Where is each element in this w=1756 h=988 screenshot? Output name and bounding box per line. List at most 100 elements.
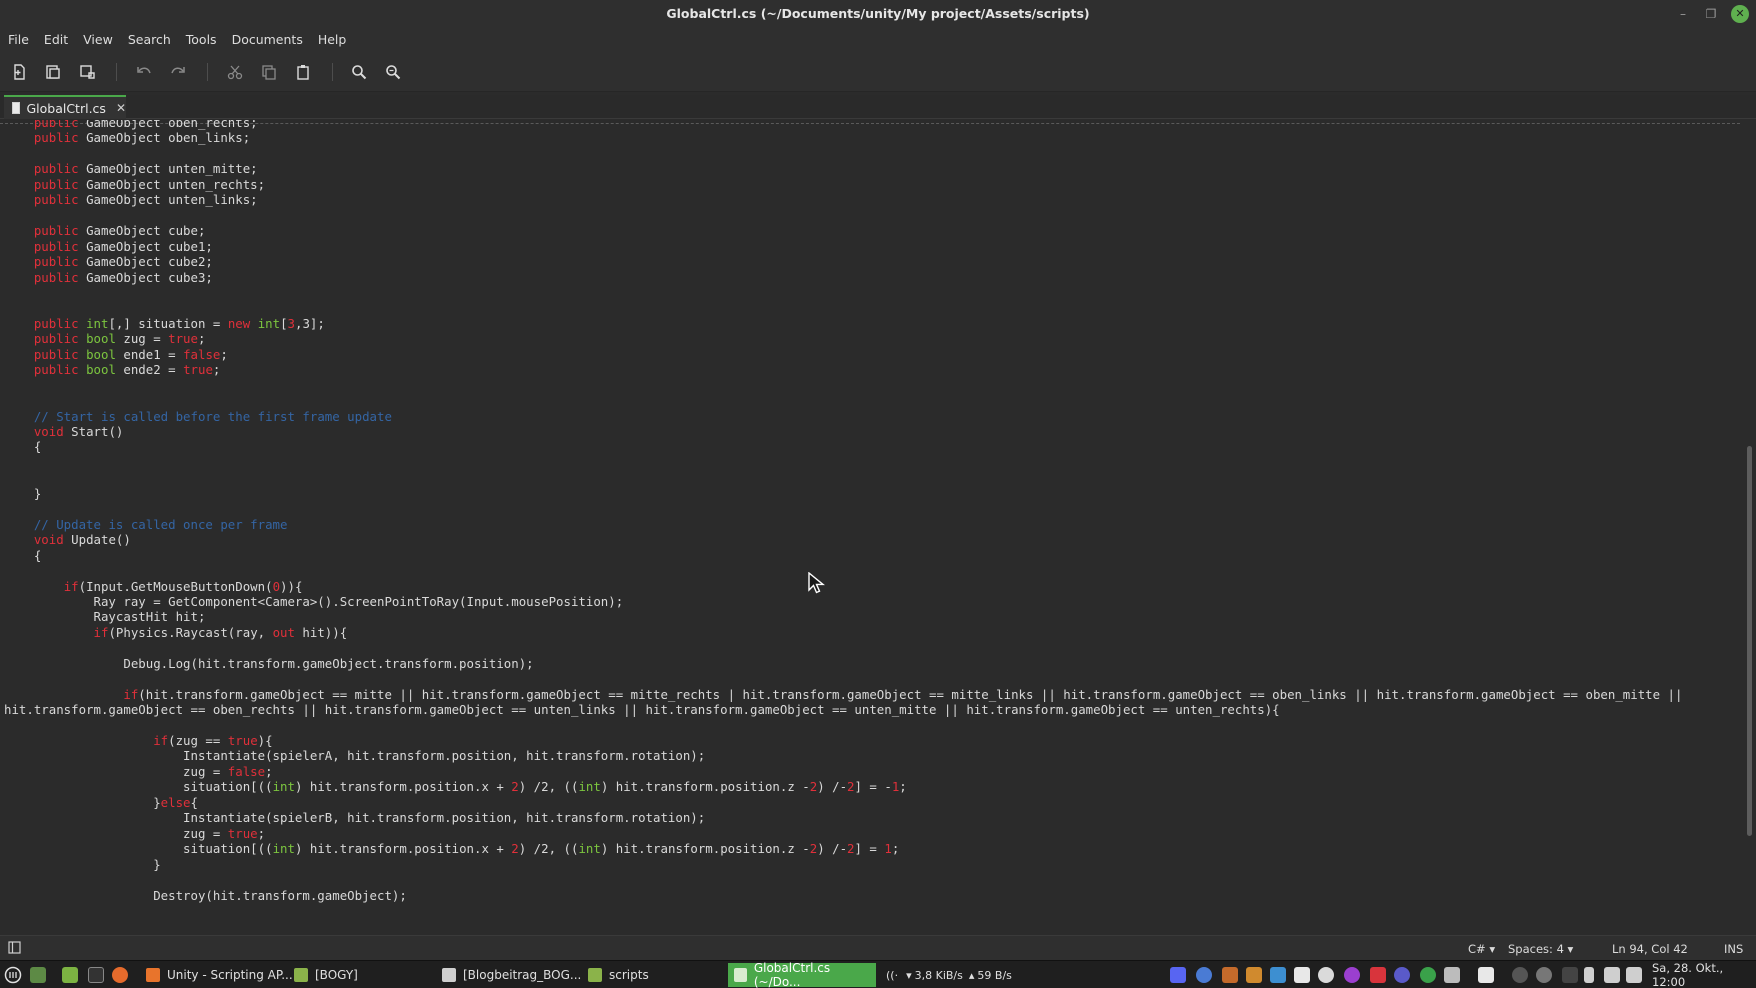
taskbar-window-label: [Blogbeitrag_BOG... [463, 968, 582, 982]
signal-icon[interactable] [1562, 967, 1578, 983]
code-line: public GameObject unten_rechts; [33, 176, 266, 192]
spaces-selector[interactable]: Spaces: 4 ▾ [1508, 942, 1573, 956]
clock[interactable]: Sa, 28. Okt., 12:00 [1652, 961, 1756, 988]
files-tray-icon[interactable] [1294, 967, 1310, 983]
code-line: hit.transform.gameObject == oben_rechts … [4, 702, 1280, 718]
status-bar: C# ▾ Spaces: 4 ▾ Ln 94, Col 42 INS [0, 935, 1756, 960]
minimize-button[interactable]: – [1674, 5, 1692, 23]
firefox-icon[interactable] [112, 965, 128, 985]
code-line: public bool ende2 = true; [33, 362, 221, 378]
taskbar-window-scripts[interactable]: scripts [582, 963, 655, 987]
bluetooth-icon[interactable] [1512, 967, 1528, 983]
redo-icon[interactable] [167, 62, 189, 82]
taskbar-window-bogy[interactable]: [BOGY] [288, 963, 364, 987]
code-line: { [4, 547, 42, 563]
search-icon[interactable] [348, 62, 370, 82]
code-line: void Update() [33, 532, 131, 548]
code-line: // Update is called once per frame [33, 516, 288, 532]
app-tray-icon[interactable] [1444, 967, 1460, 983]
spaces-label: Spaces: 4 [1508, 942, 1564, 956]
code-line: RaycastHit hit; [4, 609, 206, 625]
menu-tools[interactable]: Tools [186, 28, 226, 52]
volume-icon[interactable] [1626, 967, 1642, 983]
code-line: if(hit.transform.gameObject == mitte || … [123, 686, 1683, 702]
mouse-cursor-icon [808, 572, 825, 594]
code-line: // Start is called before the first fram… [33, 408, 392, 424]
start-menu-icon[interactable] [4, 965, 22, 985]
insert-mode: INS [1724, 942, 1744, 956]
upload-arrow-icon: ▴ [968, 968, 975, 982]
code-line: public bool zug = true; [33, 331, 206, 347]
code-line: public GameObject unten_links; [33, 192, 258, 208]
taskbar-window-unity[interactable]: Unity - Scripting AP... [140, 963, 299, 987]
unity-tray-icon[interactable] [1536, 967, 1552, 983]
taskbar-window-label: [BOGY] [315, 968, 358, 982]
maximize-button[interactable]: ❐ [1702, 5, 1720, 23]
code-line: public GameObject unten_mitte; [33, 161, 258, 177]
paste-icon[interactable] [292, 62, 314, 82]
save-icon[interactable] [76, 62, 98, 82]
toolbar-separator [116, 63, 117, 81]
vertical-scrollbar[interactable] [1747, 446, 1752, 836]
chevron-down-icon: ▾ [1489, 942, 1496, 956]
menu-help[interactable]: Help [318, 28, 356, 52]
code-line: zug = false; [4, 763, 273, 779]
tab-label: GlobalCtrl.cs [26, 100, 106, 116]
toolbar-separator [207, 63, 208, 81]
code-line: situation[((int) hit.transform.position.… [4, 841, 900, 857]
new-document-icon[interactable] [8, 62, 30, 82]
document-icon [442, 968, 456, 982]
sidebar-toggle-icon[interactable] [8, 941, 21, 957]
menu-edit[interactable]: Edit [44, 28, 77, 52]
language-selector[interactable]: C# ▾ [1468, 942, 1495, 956]
clipboard-icon[interactable] [1584, 967, 1594, 983]
app-tray-icon[interactable] [1270, 967, 1286, 983]
files-icon[interactable] [62, 965, 78, 985]
app-tray-icon[interactable] [1370, 967, 1386, 983]
open-icon[interactable] [42, 62, 64, 82]
menu-view[interactable]: View [83, 28, 122, 52]
shield-icon[interactable] [1604, 967, 1620, 983]
folder-icon [588, 968, 602, 982]
network-monitor[interactable]: ((· ▾ 3,8 KiB/s ▴ 59 B/s [886, 965, 1012, 985]
app-tray-icon[interactable] [1478, 967, 1494, 983]
title-bar: GlobalCtrl.cs (~/Documents/unity/My proj… [0, 0, 1756, 28]
taskbar-window-globalctrl[interactable]: GlobalCtrl.cs (~/Do... [728, 961, 876, 988]
code-line: public GameObject cube2; [33, 254, 213, 270]
code-line: public GameObject cube; [33, 223, 206, 239]
cut-icon[interactable] [224, 62, 246, 82]
show-desktop-icon[interactable] [30, 965, 46, 985]
chrome-icon[interactable] [1196, 967, 1212, 983]
menu-search[interactable]: Search [128, 28, 180, 52]
toolbar [0, 52, 1756, 92]
terminal-icon[interactable] [88, 965, 104, 985]
close-tab-icon[interactable]: ✕ [116, 101, 126, 115]
app-tray-icon[interactable] [1394, 967, 1410, 983]
code-line: if(Input.GetMouseButtonDown(0)){ [63, 578, 303, 594]
tab-globalctrl[interactable]: GlobalCtrl.cs ✕ [4, 95, 126, 119]
code-line: public GameObject cube3; [33, 269, 213, 285]
code-line: void Start() [33, 424, 124, 439]
replace-icon[interactable] [382, 62, 404, 82]
code-line: public GameObject oben_links; [33, 130, 251, 146]
app-tray-icon[interactable] [1318, 967, 1334, 983]
discord-icon[interactable] [1170, 967, 1186, 983]
close-window-button[interactable]: ✕ [1731, 5, 1749, 23]
copy-icon[interactable] [258, 62, 280, 82]
menu-documents[interactable]: Documents [232, 28, 312, 52]
app-tray-icon[interactable] [1344, 967, 1360, 983]
download-arrow-icon: ▾ [906, 968, 912, 982]
file-icon [12, 102, 21, 114]
undo-icon[interactable] [133, 62, 155, 82]
language-label: C# [1468, 942, 1486, 956]
app-tray-icon[interactable] [1420, 967, 1436, 983]
code-line: public int[,] situation = new int[3,3]; [33, 315, 325, 331]
code-line: Instantiate(spielerA, hit.transform.posi… [4, 748, 706, 764]
taskbar-window-blogbeitrag[interactable]: [Blogbeitrag_BOG... [436, 963, 587, 987]
code-editor[interactable]: public GameObject oben_rechts; public Ga… [0, 120, 1756, 932]
menu-file[interactable]: File [8, 28, 38, 52]
text-editor-icon [734, 968, 747, 982]
code-line: if(Physics.Raycast(ray, out hit)){ [93, 624, 348, 640]
app-tray-icon[interactable] [1222, 967, 1238, 983]
app-tray-icon[interactable] [1246, 967, 1262, 983]
